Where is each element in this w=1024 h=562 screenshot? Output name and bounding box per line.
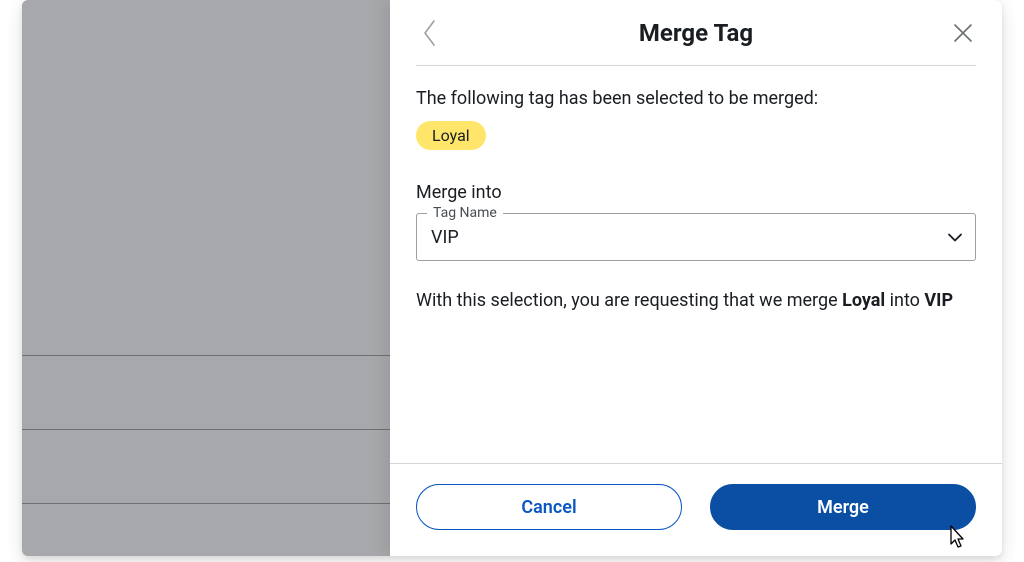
dialog-footer: Cancel Merge (390, 463, 1002, 556)
intro-text: The following tag has been selected to b… (416, 88, 976, 109)
merge-tag-dialog: Merge Tag The following tag has been sel… (390, 0, 1002, 556)
dialog-header: Merge Tag (416, 0, 976, 66)
dialog-title: Merge Tag (639, 19, 753, 47)
selected-tag-pill: Loyal (416, 121, 486, 150)
tag-name-floating-label: Tag Name (427, 205, 503, 221)
app-window: Merge Tag The following tag has been sel… (22, 0, 1002, 556)
confirmation-source: Loyal (842, 290, 885, 311)
tag-name-select-wrap: Tag Name VIP (416, 213, 976, 261)
close-icon[interactable] (950, 20, 976, 46)
confirmation-text: With this selection, you are requesting … (416, 287, 976, 315)
confirmation-middle: into (885, 290, 924, 311)
merge-button[interactable]: Merge (710, 484, 976, 530)
confirmation-target: VIP (924, 290, 953, 311)
tag-name-select-value: VIP (431, 227, 459, 248)
merge-into-label: Merge into (416, 182, 976, 203)
back-icon[interactable] (416, 17, 442, 49)
tag-name-select[interactable]: Tag Name VIP (416, 213, 976, 261)
chevron-down-icon (947, 227, 963, 248)
confirmation-prefix: With this selection, you are requesting … (416, 290, 842, 311)
cancel-button[interactable]: Cancel (416, 484, 682, 530)
dialog-body: The following tag has been selected to b… (390, 66, 1002, 463)
